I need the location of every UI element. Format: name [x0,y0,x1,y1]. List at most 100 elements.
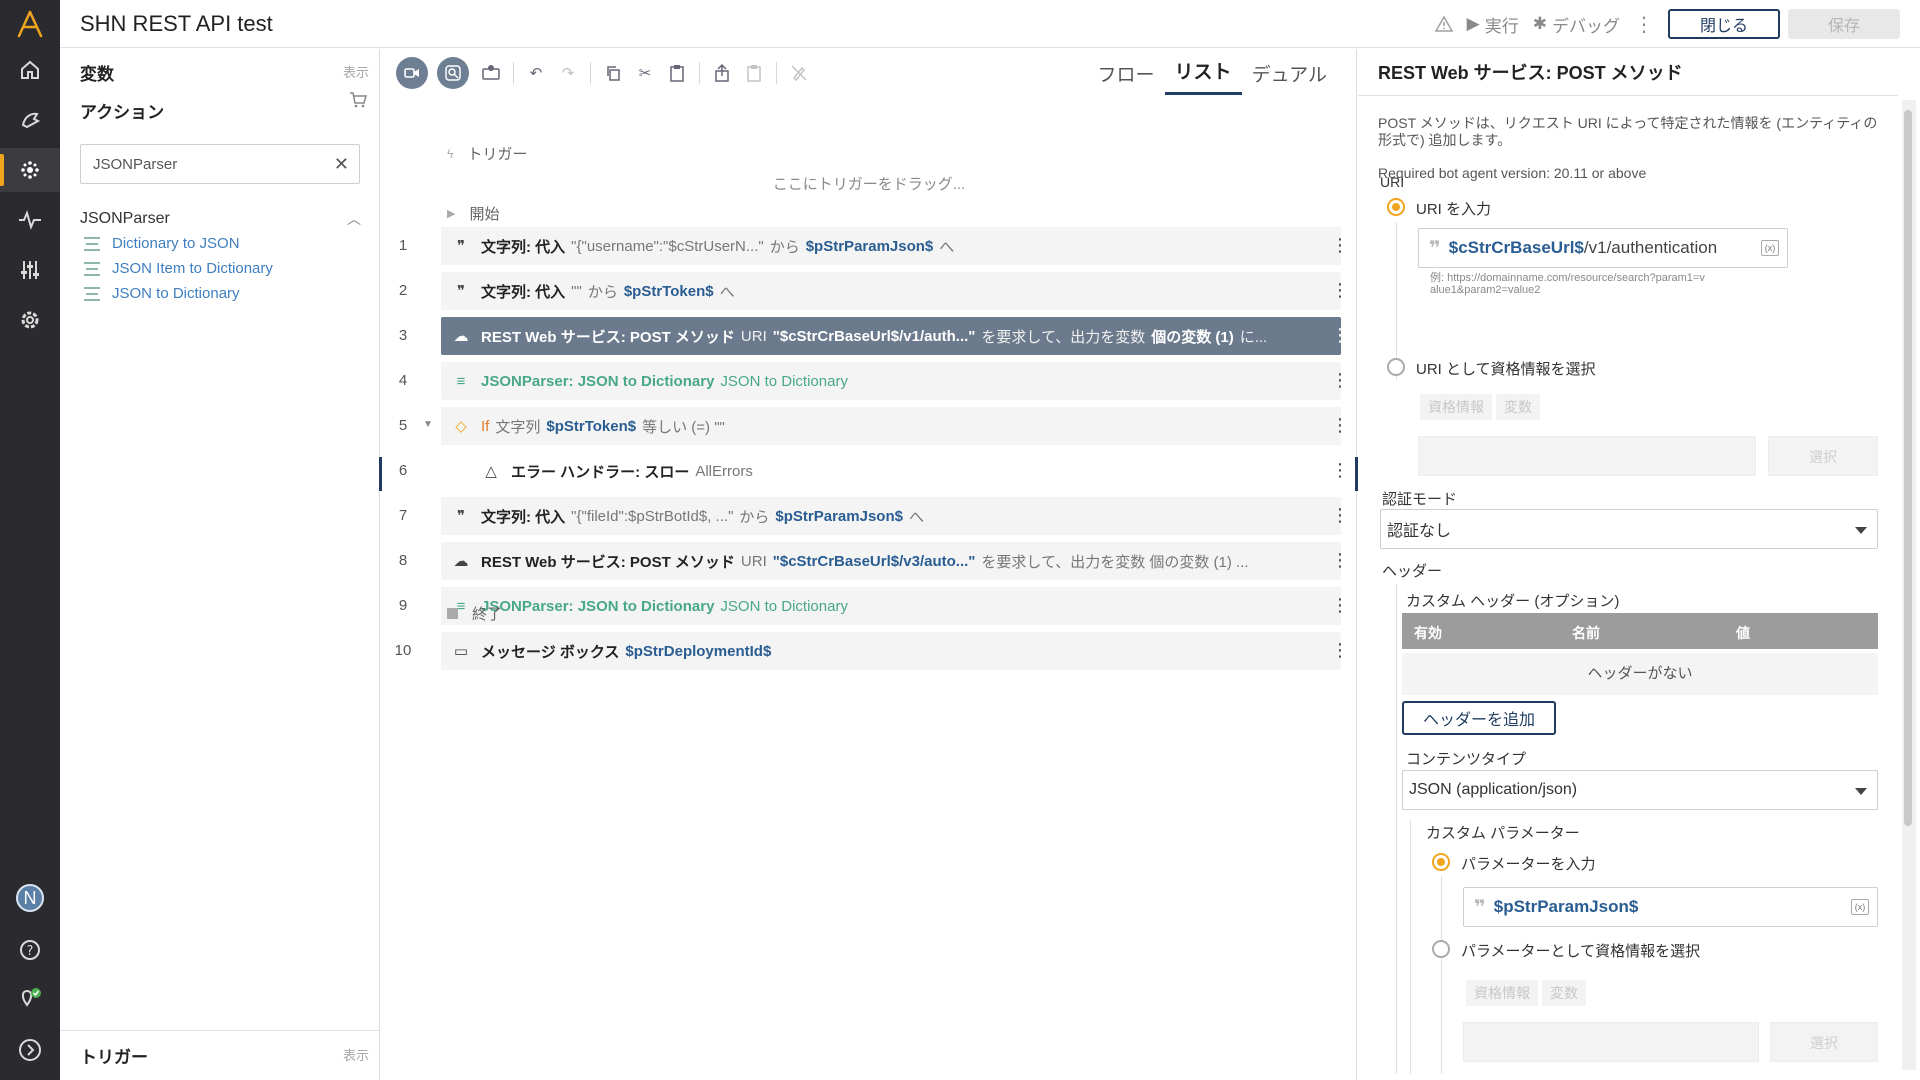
param-select-button[interactable]: 選択 [1770,1022,1878,1062]
error-handler-icon: △ [485,463,497,480]
chevron-up-icon[interactable]: ︿ [347,209,361,229]
record-icon[interactable] [396,57,428,89]
expand-chevron-icon[interactable] [0,1028,60,1072]
paste-icon[interactable] [664,60,690,86]
action-row[interactable]: ≡ JSONParser: JSON to Dictionary JSON to D… [441,362,1341,400]
warning-icon[interactable] [1434,16,1453,32]
insert-variable-icon[interactable]: (x) [1851,899,1869,915]
row-menu-icon[interactable]: ⋮ [1331,415,1349,436]
close-button[interactable]: 閉じる [1668,9,1780,39]
row-menu-icon[interactable]: ⋮ [1331,505,1349,526]
bot-icon[interactable] [0,98,60,142]
variables-show-link[interactable]: 表示 [343,62,369,81]
lightning-icon: ϟ [447,146,454,161]
actions-panel: 変数 表示 アクション JSONParser ✕ JSONParser ︿ Di… [60,49,380,1080]
action-row[interactable]: △ エラー ハンドラー: スロー AllErrors [471,452,1341,490]
run-button[interactable]: ▶ 実行 [1467,12,1519,37]
row-menu-icon[interactable]: ⋮ [1331,325,1349,346]
add-header-button[interactable]: ヘッダーを追加 [1402,701,1556,735]
action-item[interactable]: Dictionary to JSON [84,235,240,252]
redo-icon[interactable]: ↷ [555,60,581,86]
user-avatar[interactable]: N [0,876,60,920]
action-row[interactable]: ❞ 文字列: 代入 "{"fileId":$pStrBotId$, ..." から $p… [441,497,1341,535]
variable-icon[interactable] [478,60,504,86]
recorder-search-icon[interactable] [437,57,469,89]
content-type-select[interactable]: JSON (application/json) [1402,770,1878,810]
copy-icon[interactable] [600,60,626,86]
home-icon[interactable] [0,48,60,92]
action-row[interactable]: ❞ 文字列: 代入 "{"username":"$cStrUserN..." から $p… [441,227,1341,265]
param-enter-radio[interactable] [1432,853,1450,871]
uri-label: URI [1380,174,1405,190]
automation-anywhere-logo-icon[interactable] [0,2,60,46]
auth-mode-select[interactable]: 認証なし [1380,509,1878,549]
variable-tab[interactable]: 変数 [1496,394,1540,420]
action-row[interactable]: ☁ REST Web サービス: POST メソッド URI "$cStrCrBase… [441,317,1341,355]
uri-enter-radio[interactable] [1387,198,1405,216]
auth-mode-value: 認証なし [1387,523,1452,540]
uri-input[interactable]: ❞ $cStrCrBaseUrl$ /v1/authentication (x) [1418,228,1788,268]
undo-icon[interactable]: ↶ [523,60,549,86]
action-row[interactable]: ≡ JSONParser: JSON to Dictionary JSON to D… [441,587,1341,625]
cut-icon[interactable]: ✂ [632,60,658,86]
clipboard-disabled-icon[interactable] [741,60,767,86]
action-row[interactable]: ◇ If 文字列 $pStrToken$ 等しい (=) "" [441,407,1341,445]
param-credential-radio[interactable] [1432,940,1450,958]
row-number: 8 [398,552,408,569]
uri-path: /v1/authentication [1583,238,1718,257]
activity-icon[interactable] [0,198,60,242]
splitter-handle-left[interactable] [379,457,382,491]
disable-action-icon[interactable] [786,60,812,86]
action-row[interactable]: ☁ REST Web サービス: POST メソッド URI "$cStrCrBase… [441,542,1341,580]
scrollbar-thumb[interactable] [1904,110,1912,826]
credential-tab[interactable]: 資格情報 [1420,394,1492,420]
triggers-show-link[interactable]: 表示 [343,1045,369,1064]
action-cart-icon[interactable] [349,91,367,112]
variables-heading[interactable]: 変数 [80,60,114,85]
param-credential-input-disabled[interactable] [1463,1022,1759,1062]
uri-credential-radio[interactable] [1387,358,1405,376]
row-menu-icon[interactable]: ⋮ [1331,550,1349,571]
settings-gear-icon[interactable] [0,298,60,342]
row-menu-icon[interactable]: ⋮ [1331,640,1349,661]
action-item[interactable]: JSON Item to Dictionary [84,260,273,277]
row-number: 6 [398,462,408,479]
save-button[interactable]: 保存 [1788,9,1900,39]
tab-dual[interactable]: デュアル [1242,60,1337,95]
tab-flow[interactable]: フロー [1088,60,1165,95]
export-icon[interactable] [709,60,735,86]
action-item[interactable]: JSON to Dictionary [84,285,240,302]
credential-select-button[interactable]: 選択 [1768,436,1878,476]
action-row[interactable]: ▭ メッセージ ボックス $pStrDeploymentId$ [441,632,1341,670]
row-menu-icon[interactable]: ⋮ [1331,595,1349,616]
debug-button[interactable]: ✱ デバッグ [1533,12,1620,37]
properties-scrollbar[interactable] [1902,100,1916,1070]
param-input[interactable]: ❞ $pStrParamJson$ (x) [1463,887,1878,927]
avatar[interactable]: N [16,884,44,912]
automation-icon[interactable] [0,148,60,192]
row-menu-icon[interactable]: ⋮ [1331,460,1349,481]
row-menu-icon[interactable]: ⋮ [1331,370,1349,391]
manage-icon[interactable] [0,248,60,292]
row-menu-icon[interactable]: ⋮ [1331,280,1349,301]
package-group-title[interactable]: JSONParser [80,210,170,228]
trigger-drop-zone[interactable]: ここにトリガーをドラッグ... [381,173,1357,194]
action-row[interactable]: ❞ 文字列: 代入 "" から $pStrToken$ へ [441,272,1341,310]
bot-agent-status-icon[interactable] [0,978,60,1022]
credential-tab[interactable]: 資格情報 [1466,980,1538,1006]
row-menu-icon[interactable]: ⋮ [1331,235,1349,256]
more-menu-icon[interactable]: ⋮ [1634,12,1654,37]
collapse-chevron-icon[interactable]: ▼ [423,419,433,430]
trigger-section[interactable]: ϟ トリガー [447,143,527,164]
insert-variable-icon[interactable]: (x) [1761,240,1779,256]
help-icon[interactable]: ? [0,928,60,972]
triggers-heading[interactable]: トリガー [80,1043,148,1068]
clear-search-icon[interactable]: ✕ [334,154,349,175]
row-text-dim: "{"username":"$cStrUserN..." [571,237,764,255]
action-search-input[interactable]: JSONParser ✕ [80,144,360,184]
content-type-label: コンテンツタイプ [1406,751,1527,768]
credential-input-disabled[interactable] [1418,436,1756,476]
start-node: ▶ 開始 [447,203,499,224]
tab-list[interactable]: リスト [1164,57,1242,95]
variable-tab[interactable]: 変数 [1542,980,1586,1006]
